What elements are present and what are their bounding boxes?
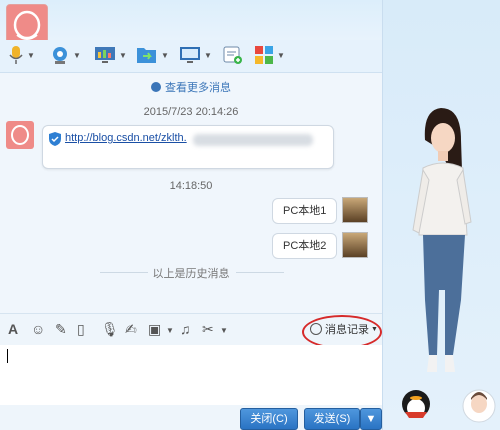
highlight-circle [302, 315, 382, 349]
bottom-bar: 关闭(C) 发送(S) ▼ [0, 405, 382, 430]
view-more-messages-link[interactable]: 查看更多消息 [0, 79, 382, 95]
chevron-down-icon[interactable]: ▼ [119, 51, 127, 60]
close-button[interactable]: 关闭(C) [240, 408, 298, 430]
music-icon[interactable]: ♫ [180, 321, 191, 337]
chevron-down-icon[interactable]: ▼ [220, 326, 228, 335]
message-area: 查看更多消息 2015/7/23 20:14:26 http://blog.cs… [0, 73, 382, 313]
chevron-down-icon[interactable]: ▼ [73, 51, 81, 60]
remote-desktop-button[interactable]: ▼ [179, 44, 212, 66]
image-icon[interactable]: ▣ [148, 321, 161, 338]
top-toolbar: ▼ ▼ ▼ ▼ ▼ ▼ [0, 40, 382, 73]
chevron-down-icon[interactable]: ▼ [27, 51, 35, 60]
file-transfer-icon [137, 48, 156, 63]
message-bubble: PC本地1 [272, 198, 338, 224]
apps-icon [255, 46, 273, 64]
voice-call-button[interactable]: ▼ [8, 44, 35, 66]
video-call-button[interactable]: ▼ [50, 44, 81, 66]
message-timestamp: 2015/7/23 20:14:26 [143, 106, 239, 118]
view-more-label[interactable]: 查看更多消息 [165, 82, 231, 94]
emoji-icon[interactable]: ☺ [31, 321, 45, 337]
message-bubble-link: http://blog.csdn.net/zklth. [42, 125, 334, 169]
redacted-text [193, 134, 313, 146]
apps-button[interactable]: ▼ [254, 44, 285, 66]
chat-window: ▁ ― □ ✕ ▼ ▼ [0, 0, 500, 430]
history-marker: 以上是历史消息 [152, 268, 230, 280]
shake-icon[interactable]: ▯ [77, 321, 85, 338]
app-add-icon [223, 46, 242, 64]
send-button[interactable]: 发送(S) [304, 408, 360, 430]
app-add-button[interactable] [222, 44, 244, 66]
microphone-icon [9, 46, 23, 64]
magic-wand-icon[interactable]: ✎ [55, 321, 67, 338]
divider [236, 272, 284, 273]
message-timestamp: 14:18:50 [169, 180, 213, 192]
camera-icon [53, 47, 67, 64]
my-avatar[interactable] [342, 197, 368, 223]
shield-icon [49, 132, 61, 146]
sender-avatar[interactable] [6, 121, 34, 149]
scissors-icon[interactable]: ✂ [202, 321, 214, 338]
message-link[interactable]: http://blog.csdn.net/zklth. [65, 132, 187, 144]
remote-desktop-icon [180, 47, 200, 63]
edit-icon[interactable]: ✍ [125, 321, 137, 338]
screen-share-icon [95, 47, 115, 63]
voice-message-icon[interactable]: 🎙 [101, 321, 119, 338]
contact-avatar[interactable] [6, 4, 48, 44]
message-input[interactable] [0, 345, 382, 405]
chevron-down-icon[interactable]: ▼ [166, 326, 174, 335]
chevron-down-icon[interactable]: ▼ [277, 51, 285, 60]
screen-share-button[interactable]: ▼ [94, 44, 127, 66]
show-panel [382, 0, 500, 430]
clock-icon [151, 82, 161, 92]
file-transfer-button[interactable]: ▼ [136, 44, 169, 66]
chevron-down-icon[interactable]: ▼ [204, 51, 212, 60]
my-avatar[interactable] [342, 232, 368, 258]
message-bubble: PC本地2 [272, 233, 338, 259]
avatar-figure-image [402, 108, 496, 423]
font-icon[interactable]: A [8, 321, 18, 337]
send-options-button[interactable]: ▼ [360, 408, 382, 430]
text-caret [7, 349, 8, 363]
chevron-down-icon[interactable]: ▼ [161, 51, 169, 60]
